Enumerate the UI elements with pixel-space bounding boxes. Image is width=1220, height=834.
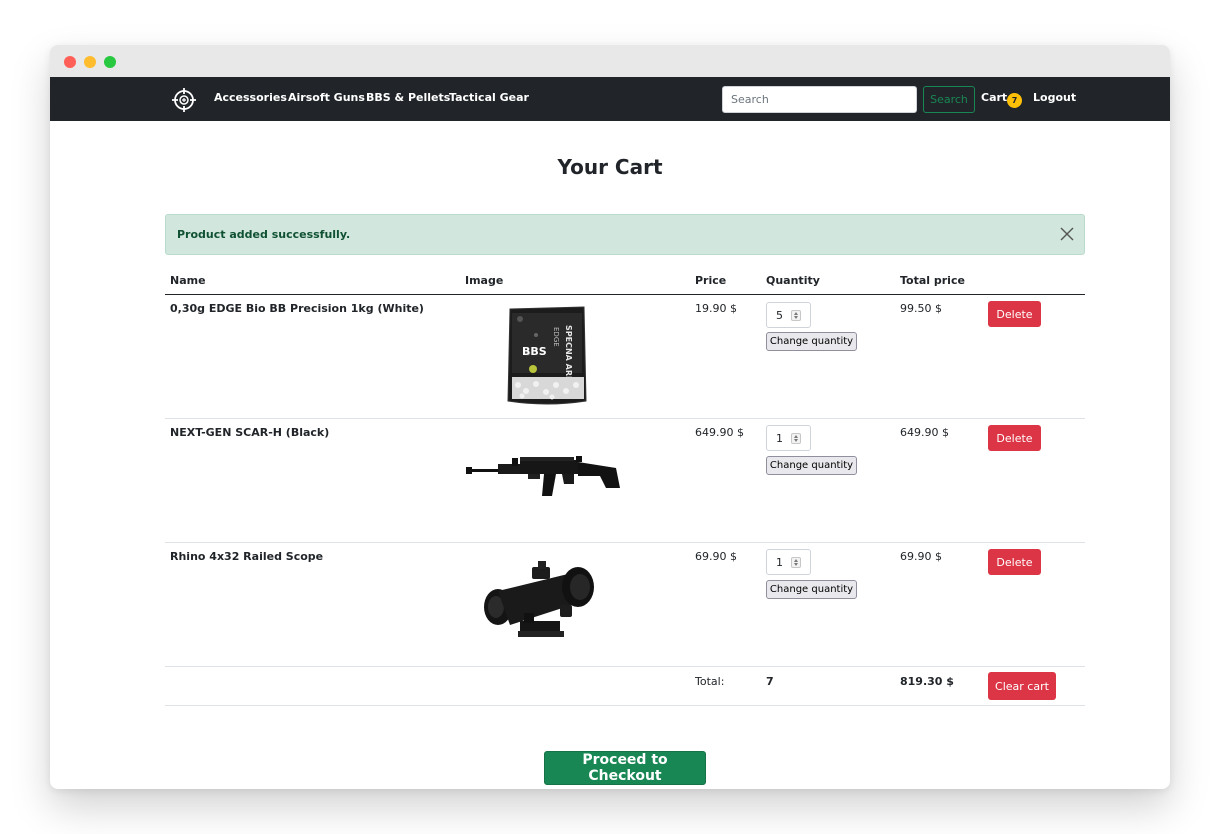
row-divider — [165, 705, 1085, 706]
quantity-stepper[interactable]: 1 — [766, 425, 811, 451]
logout-link[interactable]: Logout — [1033, 91, 1076, 104]
spinner-arrows-icon[interactable] — [791, 557, 801, 568]
clear-cart-button[interactable]: Clear cart — [988, 672, 1056, 700]
cart-link[interactable]: Cart — [981, 91, 1007, 104]
bag-line-text: EDGE — [552, 327, 560, 347]
spinner-arrows-icon[interactable] — [791, 433, 801, 444]
cart-count-badge: 7 — [1007, 93, 1022, 108]
total-quantity: 7 — [766, 675, 774, 688]
product-name: 0,30g EDGE Bio BB Precision 1kg (White) — [170, 302, 424, 315]
crosshair-icon[interactable] — [171, 87, 197, 113]
total-label: Total: — [695, 675, 725, 688]
product-total: 69.90 $ — [900, 550, 942, 563]
change-quantity-button[interactable]: Change quantity — [766, 580, 857, 599]
product-price: 69.90 $ — [695, 550, 737, 563]
column-header-image: Image — [465, 274, 504, 287]
nav-link-accessories[interactable]: Accessories — [214, 91, 287, 104]
delete-button[interactable]: Delete — [988, 549, 1041, 575]
row-divider — [165, 666, 1085, 667]
product-total: 649.90 $ — [900, 426, 949, 439]
browser-window: Accessories Airsoft Guns BBS & Pellets T… — [50, 45, 1170, 789]
scope-image — [484, 561, 594, 637]
minimize-window-button[interactable] — [84, 56, 96, 68]
nav-link-bbs-pellets[interactable]: BBS & Pellets — [366, 91, 450, 104]
search-button[interactable]: Search — [923, 86, 975, 113]
change-quantity-button[interactable]: Change quantity — [766, 456, 857, 475]
row-divider — [165, 418, 1085, 419]
success-alert: Product added successfully. — [165, 214, 1085, 255]
nav-link-tactical-gear[interactable]: Tactical Gear — [449, 91, 529, 104]
change-quantity-button[interactable]: Change quantity — [766, 332, 857, 351]
quantity-value: 1 — [776, 556, 783, 569]
table-header-divider — [165, 294, 1085, 295]
delete-button[interactable]: Delete — [988, 301, 1041, 327]
alert-message: Product added successfully. — [177, 228, 351, 241]
row-divider — [165, 542, 1085, 543]
product-name: Rhino 4x32 Railed Scope — [170, 550, 324, 563]
proceed-to-checkout-button[interactable]: Proceed to Checkout — [544, 751, 706, 785]
bb-pellets-bag-image: BBS SPECNA ARMS EDGE — [507, 306, 587, 405]
delete-button[interactable]: Delete — [988, 425, 1041, 451]
rifle-image — [466, 456, 620, 496]
quantity-value: 5 — [776, 309, 783, 322]
window-titlebar — [50, 45, 1170, 77]
product-name: NEXT-GEN SCAR-H (Black) — [170, 426, 330, 439]
close-window-button[interactable] — [64, 56, 76, 68]
column-header-quantity: Quantity — [766, 274, 820, 287]
search-input[interactable] — [722, 86, 917, 113]
column-header-name: Name — [170, 274, 206, 287]
zoom-window-button[interactable] — [104, 56, 116, 68]
column-header-price: Price — [695, 274, 727, 287]
quantity-stepper[interactable]: 1 — [766, 549, 811, 575]
nav-link-airsoft-guns[interactable]: Airsoft Guns — [288, 91, 365, 104]
close-icon[interactable] — [1060, 227, 1074, 241]
column-header-total-price: Total price — [900, 274, 965, 287]
product-price: 649.90 $ — [695, 426, 744, 439]
product-price: 19.90 $ — [695, 302, 737, 315]
grand-total: 819.30 $ — [900, 675, 954, 688]
navbar: Accessories Airsoft Guns BBS & Pellets T… — [50, 77, 1170, 121]
page-title: Your Cart — [557, 155, 663, 179]
quantity-stepper[interactable]: 5 — [766, 302, 811, 328]
product-total: 99.50 $ — [900, 302, 942, 315]
quantity-value: 1 — [776, 432, 783, 445]
spinner-arrows-icon[interactable] — [791, 310, 801, 321]
bag-product-text: BBS — [522, 345, 547, 358]
